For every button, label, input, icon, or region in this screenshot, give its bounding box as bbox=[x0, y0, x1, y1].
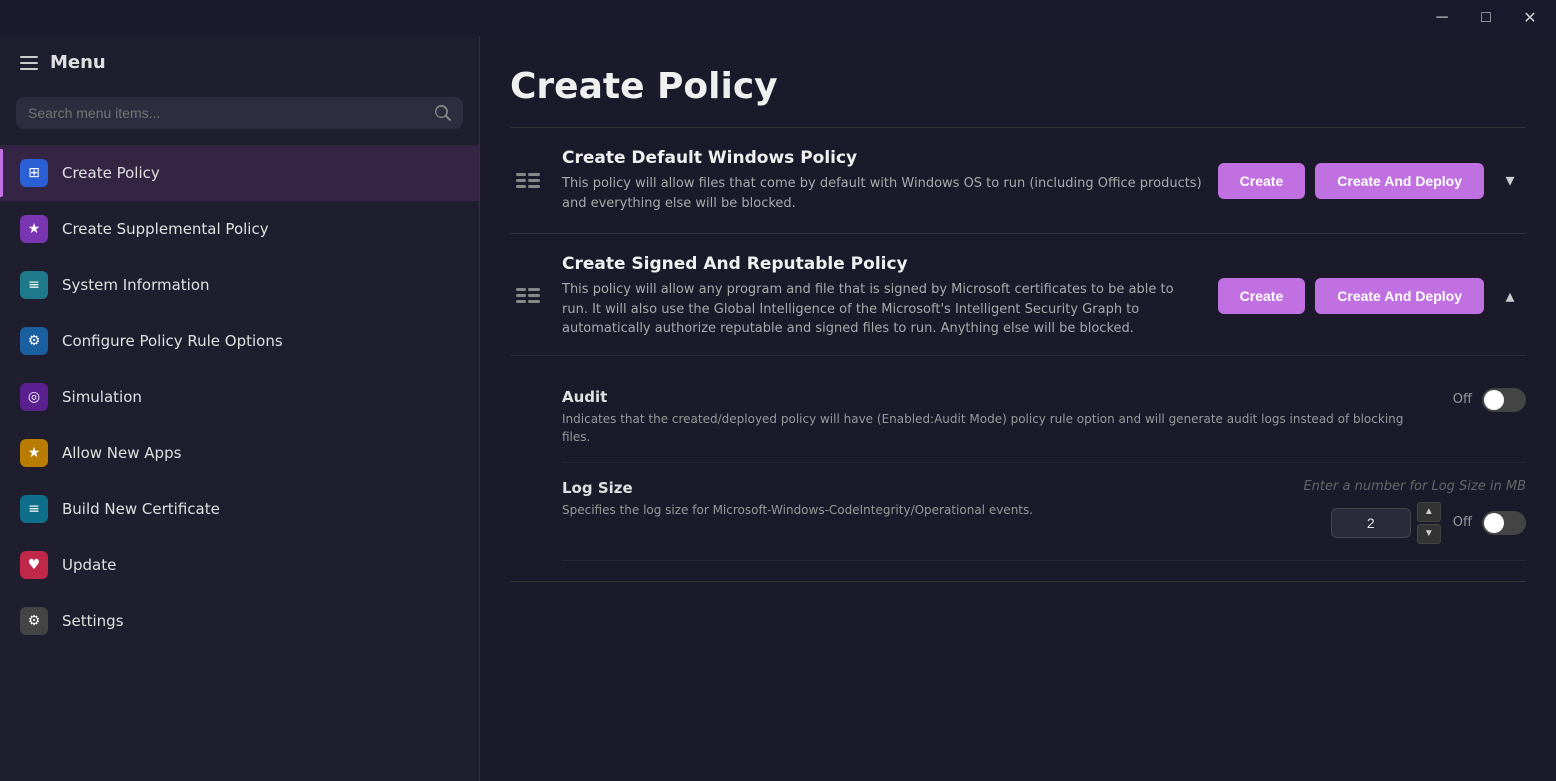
toggle-log-size[interactable] bbox=[1482, 511, 1526, 535]
policy-card-default-windows: Create Default Windows Policy This polic… bbox=[510, 128, 1526, 234]
nav-icon-settings: ⚙ bbox=[20, 607, 48, 635]
sidebar-item-simulation[interactable]: ◎ Simulation bbox=[0, 369, 479, 425]
nav-label-create-policy: Create Policy bbox=[62, 164, 160, 182]
sidebar-item-create-supplemental[interactable]: ★ Create Supplemental Policy bbox=[0, 201, 479, 257]
setting-label-log-size: Log Size bbox=[562, 479, 1283, 497]
nav-items-container: ⊞ Create Policy ★ Create Supplemental Po… bbox=[0, 145, 479, 649]
nav-icon-configure-policy: ⚙ bbox=[20, 327, 48, 355]
app-container: Menu ⊞ Create Policy ★ Create Supplement… bbox=[0, 36, 1556, 781]
sidebar-item-allow-new-apps[interactable]: ★ Allow New Apps bbox=[0, 425, 479, 481]
policy-desc-default-windows: This policy will allow files that come b… bbox=[562, 174, 1202, 213]
sidebar-item-update[interactable]: ♥ Update bbox=[0, 537, 479, 593]
create-button-default-windows[interactable]: Create bbox=[1218, 163, 1306, 199]
policy-name-signed-reputable: Create Signed And Reputable Policy bbox=[562, 254, 1202, 274]
policy-list-icon-default-windows bbox=[510, 163, 546, 199]
nav-icon-create-policy: ⊞ bbox=[20, 159, 48, 187]
title-bar: ─ □ ✕ bbox=[0, 0, 1556, 36]
nav-label-system-information: System Information bbox=[62, 276, 210, 294]
hamburger-icon bbox=[20, 56, 38, 70]
policy-card-signed-reputable: Create Signed And Reputable Policy This … bbox=[510, 234, 1526, 582]
minimize-button[interactable]: ─ bbox=[1428, 4, 1456, 32]
spinner-down[interactable]: ▼ bbox=[1417, 524, 1441, 544]
create-deploy-button-signed-reputable[interactable]: Create And Deploy bbox=[1315, 278, 1484, 314]
create-deploy-button-default-windows[interactable]: Create And Deploy bbox=[1315, 163, 1484, 199]
maximize-button[interactable]: □ bbox=[1472, 4, 1500, 32]
search-input[interactable] bbox=[28, 105, 427, 121]
expand-button-signed-reputable[interactable]: ▴ bbox=[1494, 280, 1526, 312]
sidebar-title: Menu bbox=[50, 52, 106, 73]
nav-label-simulation: Simulation bbox=[62, 388, 142, 406]
nav-icon-allow-new-apps: ★ bbox=[20, 439, 48, 467]
page-title: Create Policy bbox=[510, 36, 1526, 127]
policy-name-default-windows: Create Default Windows Policy bbox=[562, 148, 1202, 168]
sidebar-item-configure-policy[interactable]: ⚙ Configure Policy Rule Options bbox=[0, 313, 479, 369]
toggle-audit[interactable] bbox=[1482, 388, 1526, 412]
setting-desc-log-size: Specifies the log size for Microsoft-Win… bbox=[562, 501, 1283, 519]
sidebar-item-system-information[interactable]: ≡ System Information bbox=[0, 257, 479, 313]
nav-icon-system-information: ≡ bbox=[20, 271, 48, 299]
policy-desc-signed-reputable: This policy will allow any program and f… bbox=[562, 280, 1202, 339]
nav-label-update: Update bbox=[62, 556, 116, 574]
policy-list-icon-signed-reputable bbox=[510, 278, 546, 314]
sidebar-header[interactable]: Menu bbox=[0, 36, 479, 89]
nav-icon-build-certificate: ≡ bbox=[20, 495, 48, 523]
nav-label-create-supplemental: Create Supplemental Policy bbox=[62, 220, 269, 238]
toggle-thumb-audit bbox=[1484, 390, 1504, 410]
setting-row-audit: Audit Indicates that the created/deploye… bbox=[562, 372, 1526, 463]
sidebar: Menu ⊞ Create Policy ★ Create Supplement… bbox=[0, 36, 480, 781]
nav-label-configure-policy: Configure Policy Rule Options bbox=[62, 332, 283, 350]
nav-label-allow-new-apps: Allow New Apps bbox=[62, 444, 181, 462]
nav-icon-create-supplemental: ★ bbox=[20, 215, 48, 243]
create-button-signed-reputable[interactable]: Create bbox=[1218, 278, 1306, 314]
nav-icon-update: ♥ bbox=[20, 551, 48, 579]
search-icon bbox=[435, 105, 451, 121]
close-button[interactable]: ✕ bbox=[1516, 4, 1544, 32]
setting-label-audit: Audit bbox=[562, 388, 1433, 406]
nav-label-build-certificate: Build New Certificate bbox=[62, 500, 220, 518]
setting-row-log-size: Log Size Specifies the log size for Micr… bbox=[562, 463, 1526, 561]
toggle-label-log-size: Off bbox=[1453, 515, 1472, 530]
expand-button-default-windows[interactable]: ▾ bbox=[1494, 165, 1526, 197]
nav-icon-simulation: ◎ bbox=[20, 383, 48, 411]
sidebar-item-settings[interactable]: ⚙ Settings bbox=[0, 593, 479, 649]
sidebar-item-build-certificate[interactable]: ≡ Build New Certificate bbox=[0, 481, 479, 537]
sidebar-item-create-policy[interactable]: ⊞ Create Policy bbox=[0, 145, 479, 201]
policy-expanded-signed-reputable: Audit Indicates that the created/deploye… bbox=[510, 355, 1526, 561]
main-content: Create Policy Create Default Windows Pol… bbox=[480, 36, 1556, 781]
policies-container: Create Default Windows Policy This polic… bbox=[510, 128, 1526, 582]
log-size-placeholder: Enter a number for Log Size in MB bbox=[1303, 479, 1526, 494]
nav-label-settings: Settings bbox=[62, 612, 124, 630]
toggle-label-audit: Off bbox=[1453, 392, 1472, 407]
log-size-input[interactable] bbox=[1331, 508, 1411, 538]
setting-desc-audit: Indicates that the created/deployed poli… bbox=[562, 410, 1433, 446]
spinner-up[interactable]: ▲ bbox=[1417, 502, 1441, 522]
search-box bbox=[16, 97, 463, 129]
